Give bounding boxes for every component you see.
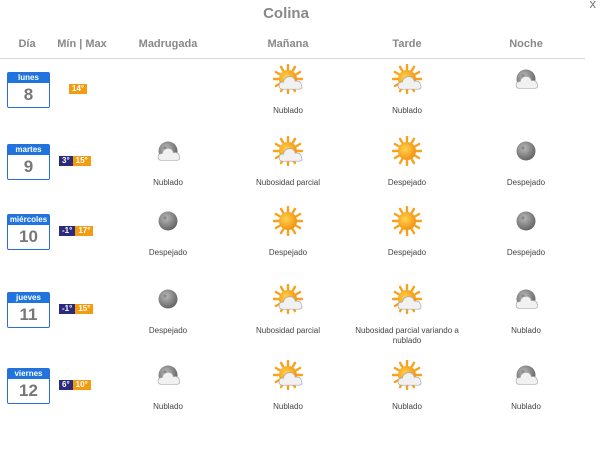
header-manana: Mañana [267,38,309,50]
condition-label: Despejado [148,326,188,335]
temperature-range: -1° 17° [59,226,94,236]
calendar-date-icon: lunes 8 [7,72,50,108]
forecast-cell-manana: Nublado [223,64,353,116]
forecast-cell-noche [461,64,591,106]
date-number: 8 [23,85,34,104]
partly-cloudy-icon [392,284,422,314]
partly-cloudy-icon [273,360,303,390]
forecast-cell-madrugada: Nublado [103,136,233,188]
partly-cloudy-icon [392,360,422,390]
weekday-label: miércoles [8,215,49,225]
moon-icon [158,211,178,231]
partly-cloudy-icon [273,136,303,166]
forecast-cell-manana: Nubosidad parcial [223,284,353,336]
condition-label: Nublado [511,326,541,335]
condition-label: Nubosidad parcial variando a nublado [355,326,459,345]
forecast-cell-tarde: Nubosidad parcial variando a nublado [342,284,472,346]
forecast-row: viernes 12 6° 10° Nublado Nublado Nublado N… [0,360,585,438]
calendar-date-icon: viernes 12 [7,368,50,404]
min-temperature: 6° [59,380,73,390]
forecast-row: lunes 8 14° Nublado Nublado [0,64,585,142]
min-temperature: 3° [59,156,73,166]
condition-label: Despejado [148,248,188,257]
sun-icon [392,136,422,166]
sun-icon [392,206,422,236]
weekday-label: martes [8,145,49,155]
sun-icon [273,206,303,236]
condition-label: Nublado [153,402,183,411]
forecast-cell-manana: Nubosidad parcial [223,136,353,188]
condition-label: Nublado [273,402,303,411]
forecast-cell-tarde: Despejado [342,206,472,258]
condition-label: Nublado [511,402,541,411]
condition-label: Nublado [153,178,183,187]
condition-label: Nublado [392,106,422,115]
calendar-date-icon: jueves 11 [7,292,50,328]
calendar-date-icon: martes 9 [7,144,50,180]
date-number: 11 [19,305,38,324]
forecast-cell-tarde: Nublado [342,360,472,412]
forecast-cell-noche: Despejado [461,136,591,188]
forecast-cell-tarde: Despejado [342,136,472,188]
forecast-row: martes 9 3° 15° Nublado Nubosidad parcial De… [0,136,585,214]
max-temperature: 17° [75,226,94,236]
weekday-label: viernes [8,369,49,379]
forecast-cell-noche: Nublado [461,360,591,412]
forecast-cell-manana: Nublado [223,360,353,412]
date-number: 12 [19,381,38,400]
moon-icon [516,141,536,161]
temperature-range: 14° [69,84,88,94]
night-cloudy-icon [157,141,181,161]
partly-cloudy-icon [273,284,303,314]
weekday-label: lunes [8,73,49,83]
forecast-header: Día Mín | Max Madrugada Mañana Tarde Noc… [0,38,585,59]
condition-label: Despejado [506,248,546,257]
condition-label: Despejado [268,248,308,257]
night-cloudy-icon [515,289,539,309]
condition-label: Nubosidad parcial [255,178,321,187]
night-cloudy-icon [515,365,539,385]
forecast-cell-madrugada: Despejado [103,206,233,258]
max-temperature: 10° [72,380,91,390]
max-temperature: 15° [75,304,94,314]
night-cloudy-icon [515,69,539,89]
date-number: 10 [19,227,38,246]
max-temperature: 14° [69,84,88,94]
header-minmax: Mín | Max [57,38,107,50]
forecast-row: miércoles 10 -1° 17° Despejado Despejado Desp… [0,206,585,284]
temperature-range: 6° 10° [59,380,91,390]
header-madrugada: Madrugada [138,38,198,50]
date-number: 9 [23,157,34,176]
partly-cloudy-icon [273,64,303,94]
temperature-range: 3° 15° [59,156,91,166]
partly-cloudy-icon [392,64,422,94]
forecast-cell-manana: Despejado [223,206,353,258]
calendar-date-icon: miércoles 10 [7,214,50,250]
header-tarde: Tarde [392,38,422,50]
moon-icon [516,211,536,231]
header-day: Día [18,38,36,50]
weekday-label: jueves [8,293,49,303]
min-temperature: -1° [59,226,76,236]
forecast-cell-noche: Despejado [461,206,591,258]
condition-label: Nublado [392,402,422,411]
forecast-cell-madrugada: Despejado [103,284,233,336]
condition-label: Nublado [273,106,303,115]
temperature-range: -1° 15° [59,304,94,314]
min-temperature: -1° [59,304,76,314]
header-noche: Noche [509,38,543,50]
condition-label: Nubosidad parcial [255,326,321,335]
night-cloudy-icon [157,365,181,385]
location-title: Colina [263,5,309,22]
forecast-cell-madrugada: Nublado [103,360,233,412]
condition-label: Despejado [506,178,546,187]
condition-label: Despejado [387,248,427,257]
max-temperature: 15° [72,156,91,166]
forecast-cell-tarde: Nublado [342,64,472,116]
forecast-row: jueves 11 -1° 15° Despejado Nubosidad parci… [0,284,585,362]
condition-label: Despejado [387,178,427,187]
close-button[interactable]: x [590,0,597,11]
forecast-cell-noche: Nublado [461,284,591,336]
moon-icon [158,289,178,309]
